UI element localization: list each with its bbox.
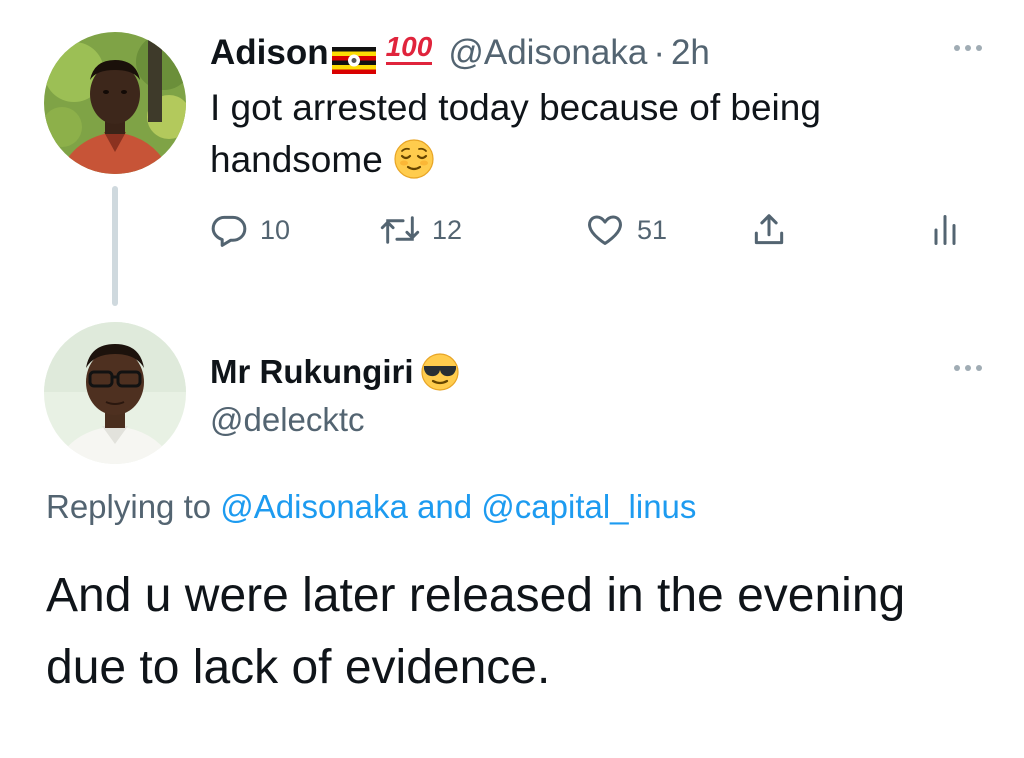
more-options-button[interactable] — [944, 358, 992, 378]
retweet-button[interactable]: 12 — [380, 207, 462, 253]
more-dot-icon — [976, 45, 982, 51]
tweet1-text: I got arrested today because of being ha… — [210, 82, 930, 186]
reply-icon — [211, 215, 247, 247]
author-handle[interactable]: @delecktc — [210, 398, 365, 442]
more-dot-icon — [965, 365, 971, 371]
more-dot-icon — [976, 365, 982, 371]
analytics-icon — [934, 215, 956, 245]
thread-connector-line — [112, 186, 118, 306]
sunglasses-face-emoji-icon — [420, 352, 460, 392]
tweet1-action-bar: 10 12 51 — [210, 207, 970, 253]
author-name[interactable]: Adison — [210, 30, 329, 76]
author-handle[interactable]: @Adisonaka — [448, 30, 647, 76]
more-dot-icon — [954, 365, 960, 371]
retweet-count: 12 — [432, 214, 463, 245]
retweet-icon — [380, 216, 420, 244]
more-dot-icon — [954, 45, 960, 51]
tweet1-body: I got arrested today because of being ha… — [210, 87, 821, 180]
tweet2-header: Mr Rukungiri — [210, 350, 460, 394]
replying-prefix: Replying to — [46, 488, 212, 525]
tweet-thread: Adison 100 @Adisonaka · 2h I got arreste… — [0, 0, 1024, 758]
like-button[interactable]: 51 — [585, 207, 667, 253]
avatar-mr-rukungiri[interactable] — [44, 322, 186, 464]
tweet2-text: And u were later released in the evening… — [46, 569, 906, 694]
author-name[interactable]: Mr Rukungiri — [210, 350, 414, 394]
like-count: 51 — [637, 214, 668, 245]
avatar-adison[interactable] — [44, 32, 186, 174]
reply-button[interactable]: 10 — [210, 207, 290, 253]
replying-user-link[interactable]: @Adisonaka — [220, 488, 408, 525]
reply-count: 10 — [260, 214, 291, 245]
share-button[interactable] — [750, 207, 788, 253]
more-dot-icon — [965, 45, 971, 51]
uganda-flag-icon — [331, 40, 376, 74]
replying-and-label: and — [417, 488, 473, 525]
share-icon — [754, 214, 784, 245]
relieved-face-emoji-icon — [393, 138, 435, 180]
analytics-button[interactable] — [930, 207, 960, 253]
tweet1-header: Adison 100 @Adisonaka · 2h — [210, 30, 710, 76]
replying-to-line: Replying to @Adisonaka and @capital_linu… — [46, 484, 696, 530]
heart-icon — [588, 215, 622, 245]
separator-dot: · — [653, 33, 665, 72]
replying-user-link[interactable]: @capital_linus — [481, 488, 696, 525]
more-options-button[interactable] — [944, 38, 992, 58]
hundred-points-icon: 100 — [385, 33, 433, 65]
timestamp[interactable]: 2h — [671, 30, 710, 76]
